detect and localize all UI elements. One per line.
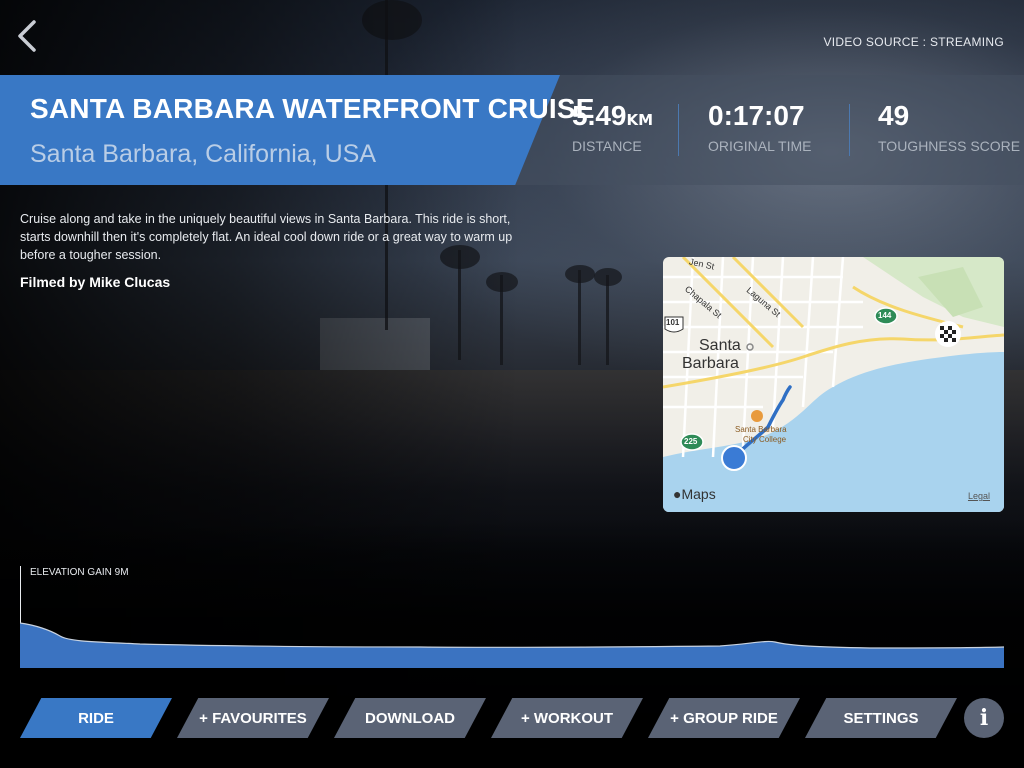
original-time-label: ORIGINAL TIME: [708, 138, 812, 154]
toughness-label: TOUGHNESS SCORE: [878, 138, 1021, 154]
map-poi-label: Santa Barbara: [735, 425, 787, 434]
maps-brand: ●Maps: [673, 486, 716, 502]
distance-label: DISTANCE: [572, 138, 642, 154]
chevron-left-icon: [18, 20, 36, 52]
film-credit: Filmed by Mike Clucas: [20, 274, 171, 290]
video-source-status: VIDEO SOURCE : STREAMING: [823, 35, 1004, 49]
stat-distance: 5.49KM DISTANCE: [572, 100, 653, 154]
map-graphic: [663, 257, 1004, 512]
map-city-label: Barbara: [682, 355, 739, 372]
info-button[interactable]: i: [964, 698, 1004, 738]
original-time-value: 0:17:07: [708, 100, 805, 131]
elevation-profile: [20, 622, 1004, 668]
download-button[interactable]: DOWNLOAD: [334, 698, 486, 738]
route-location: Santa Barbara, California, USA: [30, 140, 377, 168]
stat-divider: [849, 104, 850, 156]
legal-link[interactable]: Legal: [968, 491, 990, 501]
highway-144-shield: 144: [878, 311, 892, 320]
route-title: SANTA BARBARA WATERFRONT CRUISE: [30, 93, 595, 124]
add-group-ride-button[interactable]: + GROUP RIDE: [648, 698, 800, 738]
distance-value: 5.49: [572, 100, 627, 131]
highway-101-shield: 101: [666, 318, 680, 327]
highway-225-shield: 225: [684, 437, 698, 446]
back-button[interactable]: [10, 16, 46, 56]
elevation-gain-label: ELEVATION GAIN 9M: [30, 567, 129, 578]
stat-original-time: 0:17:07 ORIGINAL TIME: [708, 100, 811, 154]
info-icon: i: [979, 705, 989, 731]
ride-button[interactable]: RIDE: [20, 698, 172, 738]
add-favourites-button[interactable]: + FAVOURITES: [177, 698, 329, 738]
add-workout-button[interactable]: + WORKOUT: [491, 698, 643, 738]
toughness-value: 49: [878, 100, 910, 131]
map-poi-label: City College: [743, 435, 787, 444]
stat-toughness: 49 TOUGHNESS SCORE: [878, 100, 1020, 154]
stat-divider: [678, 104, 679, 156]
settings-button[interactable]: SETTINGS: [805, 698, 957, 738]
route-map[interactable]: Jen St Chapala St Laguna St Santa Barbar…: [663, 257, 1004, 512]
route-description: Cruise along and take in the uniquely be…: [20, 212, 513, 262]
map-city-label: Santa: [699, 337, 741, 354]
distance-unit: KM: [626, 111, 654, 129]
